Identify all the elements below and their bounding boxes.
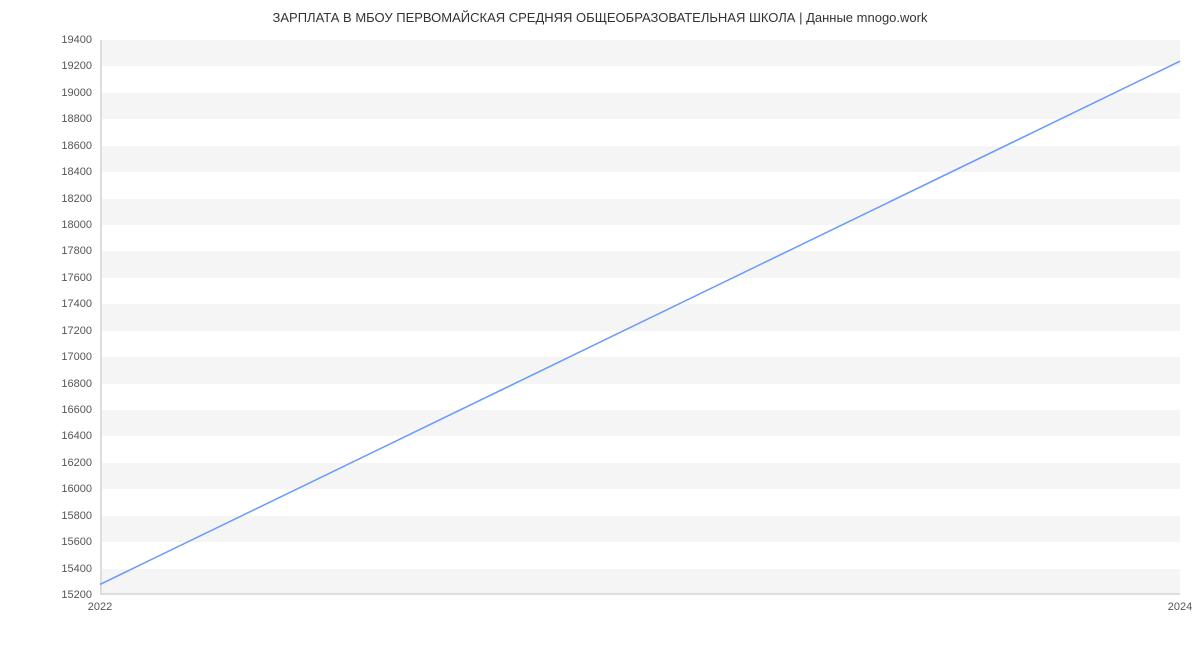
- y-tick-label: 19000: [61, 87, 92, 99]
- y-tick-label: 17600: [61, 272, 92, 284]
- y-tick-label: 18800: [61, 113, 92, 125]
- y-tick-label: 18200: [61, 193, 92, 205]
- y-tick-label: 17200: [61, 325, 92, 337]
- y-tick-label: 18000: [61, 219, 92, 231]
- y-tick-label: 19400: [61, 34, 92, 46]
- y-tick-label: 15800: [61, 510, 92, 522]
- y-tick-label: 19200: [61, 60, 92, 72]
- x-tick-label: 2022: [88, 601, 112, 613]
- y-tick-label: 17400: [61, 298, 92, 310]
- x-tick-label: 2024: [1168, 601, 1192, 613]
- y-tick-label: 15600: [61, 536, 92, 548]
- y-tick-label: 16600: [61, 404, 92, 416]
- y-tick-label: 18600: [61, 140, 92, 152]
- y-tick-label: 16400: [61, 430, 92, 442]
- y-tick-label: 16200: [61, 457, 92, 469]
- data-line: [100, 61, 1180, 584]
- y-tick-label: 18400: [61, 166, 92, 178]
- y-tick-label: 16000: [61, 483, 92, 495]
- chart-title: ЗАРПЛАТА В МБОУ ПЕРВОМАЙСКАЯ СРЕДНЯЯ ОБЩ…: [0, 10, 1200, 25]
- y-tick-label: 16800: [61, 378, 92, 390]
- y-tick-label: 15400: [61, 563, 92, 575]
- plot-area: 1520015400156001580016000162001640016600…: [100, 40, 1180, 595]
- line-series: [100, 40, 1180, 595]
- chart-container: ЗАРПЛАТА В МБОУ ПЕРВОМАЙСКАЯ СРЕДНЯЯ ОБЩ…: [0, 0, 1200, 650]
- y-tick-label: 17000: [61, 351, 92, 363]
- y-tick-label: 17800: [61, 245, 92, 257]
- y-tick-label: 15200: [61, 589, 92, 601]
